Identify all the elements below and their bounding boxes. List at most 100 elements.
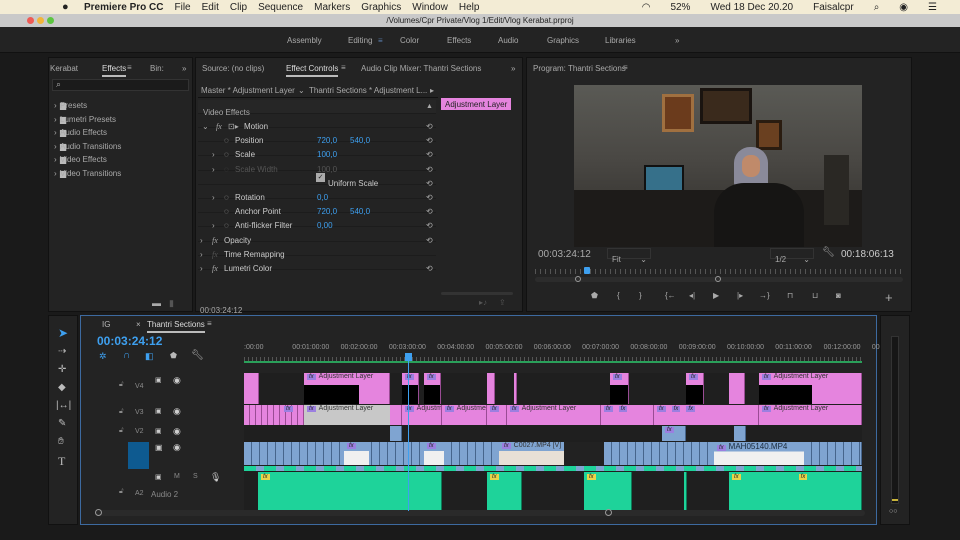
ripple-edit-tool-icon[interactable]: ✛ — [58, 364, 66, 375]
panel-more-button[interactable]: » — [511, 64, 515, 73]
tab-thantri-sections[interactable]: Thantri Sections — [147, 320, 205, 333]
solo-button[interactable]: S — [193, 473, 198, 480]
chevron-right-icon[interactable]: › — [54, 169, 57, 178]
app-menu[interactable]: Premiere Pro CC — [84, 2, 163, 13]
eye-visibility-icon[interactable]: ◉ — [173, 375, 181, 386]
effect-row[interactable]: › ◌ Anti-flicker Filter 0,00 ⟲ — [198, 213, 436, 230]
workspace-effects[interactable]: Effects — [447, 36, 471, 45]
clip-adjustment-layer[interactable]: fx Adjustment Layer — [507, 405, 601, 425]
workspace-assembly[interactable]: Assembly — [287, 36, 322, 45]
clip-adjustment-layer[interactable] — [487, 373, 495, 404]
clock[interactable]: Wed 18 Dec 20.20 — [710, 2, 793, 13]
menu-window[interactable]: Window — [412, 2, 448, 13]
chevron-right-icon[interactable]: › — [54, 128, 57, 137]
time-ruler[interactable]: :00:00 00:01:00:00 00:02:00:00 00:03:00:00 0… — [244, 344, 880, 356]
scroll-handle-left[interactable] — [95, 509, 102, 516]
track-area[interactable]: fx Adjustment Layer fx fx fx fx fx Adjustm… — [244, 373, 862, 513]
add-marker-button[interactable]: ⬟ — [591, 291, 598, 300]
apple-icon[interactable]: ● — [62, 1, 69, 13]
effect-row[interactable]: › ◌ Rotation 0,0 ⟲ — [198, 185, 436, 202]
timeline-playhead-line[interactable] — [408, 361, 409, 511]
clip-adjustment-layer[interactable]: fx — [686, 373, 704, 404]
effect-row[interactable]: ◌ Position 720,0 540,0 ⟲ — [198, 128, 436, 145]
step-back-button[interactable]: ◂| — [689, 291, 695, 300]
effect-row[interactable]: › fx Time Remapping — [198, 242, 436, 259]
user-menu[interactable]: Faisalcpr — [813, 2, 854, 13]
button-editor-plus-icon[interactable]: + — [885, 290, 893, 305]
clip-video[interactable] — [390, 426, 402, 441]
clip-adjustment-layer[interactable] — [514, 373, 517, 404]
menu-sequence[interactable]: Sequence — [258, 2, 303, 13]
mark-in-button[interactable]: { — [617, 291, 620, 300]
close-tab-icon[interactable]: × — [136, 320, 141, 329]
tab-source[interactable]: Source: (no clips) — [202, 64, 264, 73]
workspace-graphics[interactable]: Graphics — [547, 36, 579, 45]
fx-icon[interactable]: fx — [212, 262, 218, 276]
video-frame[interactable] — [574, 85, 862, 247]
tab-ig[interactable]: IG — [102, 320, 110, 329]
lock-icon[interactable]: 🔓︎ — [119, 488, 124, 496]
program-title[interactable]: Program: Thantri Sections — [533, 64, 626, 73]
uniform-scale-checkbox[interactable]: ✓ — [316, 172, 325, 182]
clip-adjustment-layer[interactable]: fx — [487, 405, 507, 425]
clip-adjustment-layer[interactable]: fx Adjustment Layer — [759, 405, 862, 425]
hand-tool-icon[interactable]: ✋︎ — [58, 436, 64, 447]
clip-video[interactable]: fx — [662, 426, 686, 441]
clip-adjustment-layer[interactable] — [390, 405, 402, 425]
spotlight-search-icon[interactable]: ⌕ — [874, 2, 880, 13]
chevron-right-icon[interactable]: › — [54, 101, 57, 110]
pen-tool-icon[interactable]: ✎ — [58, 418, 66, 429]
clip-audio[interactable] — [684, 472, 687, 510]
new-bin-icon[interactable]: ▬ — [152, 298, 161, 308]
panel-menu-icon[interactable]: ≡ — [341, 63, 346, 72]
mute-button[interactable]: M — [174, 473, 180, 480]
clip-mah05140[interactable]: fx MAH05140.MP4 — [714, 442, 804, 465]
timeline-timecode[interactable]: 00:03:24:12 — [97, 334, 162, 348]
workspace-more-button[interactable]: » — [675, 36, 679, 45]
battery-status[interactable]: 52% — [670, 2, 690, 13]
panel-menu-icon[interactable]: ≡ — [207, 319, 212, 328]
workspace-color[interactable]: Color — [400, 36, 419, 45]
clip-adjustment-layer[interactable]: fx Adjustment Layer — [759, 373, 862, 404]
chevron-right-icon[interactable]: › — [54, 115, 57, 124]
play-triangle-icon[interactable]: ▸ — [430, 84, 434, 98]
clip-adjustment-layer[interactable]: fx fx — [601, 405, 654, 425]
source-patch-v1[interactable] — [128, 442, 149, 469]
microphone-icon[interactable]: 🎙︎ — [210, 472, 221, 483]
step-forward-button[interactable]: |▸ — [737, 291, 743, 300]
effect-row[interactable]: ◌ Anchor Point 720,0 540,0 ⟲ — [198, 199, 436, 216]
scroll-handle-right[interactable] — [715, 276, 721, 282]
menu-clip[interactable]: Clip — [230, 2, 247, 13]
clip-adjustment-layer[interactable] — [729, 373, 745, 404]
scroll-handle-left[interactable] — [575, 276, 581, 282]
clip-audio[interactable]: fx — [258, 472, 442, 510]
clip-adjustment-layer[interactable]: fx fx fx — [654, 405, 759, 425]
tab-kerabat[interactable]: Kerabat — [50, 64, 78, 73]
play-button[interactable]: ▶ — [713, 291, 719, 300]
minimize-window-button[interactable] — [37, 17, 44, 24]
menu-help[interactable]: Help — [459, 2, 480, 13]
scroll-up-icon[interactable]: ▲ — [426, 100, 433, 114]
clip-video[interactable] — [734, 426, 746, 441]
effects-search-input[interactable]: ⌕ — [52, 79, 189, 91]
clip-adjustment-layer[interactable]: fx — [610, 373, 629, 404]
close-window-button[interactable] — [27, 17, 34, 24]
snap-magnet-icon[interactable]: ∩ — [123, 350, 130, 361]
trash-icon[interactable]: ▮ — [169, 298, 174, 309]
tab-effects[interactable]: Effects — [102, 64, 127, 77]
timeline-playhead-handle[interactable] — [405, 353, 412, 361]
add-marker-icon[interactable]: ⬟ — [170, 351, 177, 360]
go-to-in-button[interactable]: {← — [665, 291, 676, 300]
wifi-icon[interactable]: ◠ — [642, 2, 651, 13]
toggle-sync-lock-icon[interactable]: ▣ — [155, 376, 162, 384]
clip-adjustment-layer[interactable]: fx — [244, 405, 304, 425]
menu-edit[interactable]: Edit — [202, 2, 219, 13]
effect-row[interactable]: ⌄ fx ⊡▸ Motion ⟲ — [198, 114, 436, 131]
eye-visibility-icon[interactable]: ◉ — [173, 426, 181, 437]
clip-audio-a1[interactable] — [244, 466, 862, 471]
track-select-tool-icon[interactable]: ⇢ — [58, 346, 66, 357]
program-time-ruler[interactable] — [535, 269, 903, 274]
playback-resolution-select[interactable]: 1/2 ⌄ — [770, 248, 814, 264]
toggle-sync-lock-icon[interactable]: ▣ — [155, 473, 162, 481]
linked-selection-icon[interactable]: ◧ — [145, 351, 154, 362]
